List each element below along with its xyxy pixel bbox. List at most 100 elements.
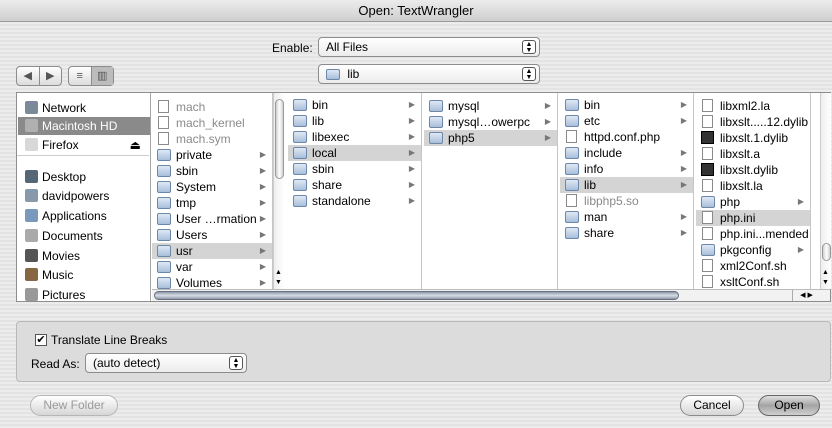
sidebar-item-music[interactable]: Music — [25, 266, 149, 284]
forward-button[interactable]: ▶ — [38, 67, 62, 85]
file-row[interactable]: libxslt.a — [696, 146, 810, 162]
sidebar-item-documents[interactable]: Documents — [25, 227, 149, 245]
document-icon — [702, 147, 713, 160]
translate-line-breaks-checkbox[interactable]: ✔ — [35, 334, 47, 346]
folder-row[interactable]: bin ▶ — [288, 97, 421, 113]
file-row[interactable]: php.ini — [696, 210, 810, 226]
sidebar-item-network[interactable]: Network — [25, 99, 149, 117]
browser-column: libxml2.la libxslt.....12.dylib libxslt.1.… — [696, 93, 811, 289]
file-row[interactable]: libxslt.la — [696, 178, 810, 194]
sidebar-item-macintosh-hd[interactable]: Macintosh HD — [18, 117, 150, 135]
file-row[interactable]: libphp5.so — [560, 193, 693, 209]
disclosure-arrow-icon: ▶ — [680, 228, 687, 237]
folder-row[interactable]: local ▶ — [288, 145, 421, 161]
new-folder-button[interactable]: New Folder — [30, 395, 118, 416]
browser-column: bin ▶ lib ▶ libexec ▶ local ▶ sbin ▶ share ▶ standal… — [288, 93, 422, 289]
file-row[interactable]: libxslt.1.dylib — [696, 130, 810, 146]
folder-row[interactable]: include ▶ — [560, 145, 693, 161]
folder-row[interactable]: pkgconfig ▶ — [696, 242, 810, 258]
folder-row[interactable]: info ▶ — [560, 161, 693, 177]
view-mode-control[interactable]: ≡ ▥ — [68, 66, 114, 86]
file-row[interactable]: mach.sym — [152, 131, 272, 147]
open-button[interactable]: Open — [758, 395, 820, 416]
horizontal-scroll-arrows[interactable]: ◀ ▶ — [792, 290, 820, 301]
folder-icon — [293, 195, 307, 207]
folder-row[interactable]: var ▶ — [152, 259, 272, 275]
vertical-scrollbar[interactable]: ▲ ▼ — [820, 93, 831, 289]
eject-icon[interactable]: ⏏ — [130, 136, 141, 154]
read-as-popup[interactable]: (auto detect) ▲ ▼ — [85, 353, 247, 373]
globe-icon — [25, 101, 38, 114]
folder-row[interactable]: libexec ▶ — [288, 129, 421, 145]
folder-row[interactable]: lib ▶ — [288, 113, 421, 129]
horizontal-scroll-thumb[interactable] — [154, 291, 679, 300]
folder-row[interactable]: php ▶ — [696, 194, 810, 210]
scroll-left-icon[interactable]: ◀ — [800, 292, 805, 299]
file-row[interactable]: xsltConf.sh — [696, 274, 810, 289]
scroll-down-icon[interactable]: ▼ — [822, 279, 829, 286]
folder-row[interactable]: Volumes ▶ — [152, 275, 272, 289]
item-name: mach.sym — [176, 132, 231, 146]
sidebar-item-movies[interactable]: Movies — [25, 247, 149, 265]
sidebar-item-davidpowers[interactable]: davidpowers — [25, 187, 149, 205]
folder-row[interactable]: share ▶ — [288, 177, 421, 193]
folder-icon — [157, 277, 171, 289]
sidebar-item-label: Documents — [42, 229, 103, 243]
folder-row[interactable]: sbin ▶ — [152, 163, 272, 179]
scroll-right-icon[interactable]: ▶ — [807, 292, 812, 299]
file-row[interactable]: libxslt.....12.dylib — [696, 114, 810, 130]
pictures-icon — [25, 288, 38, 301]
folder-row[interactable]: standalone ▶ — [288, 193, 421, 209]
folder-row[interactable]: tmp ▶ — [152, 195, 272, 211]
item-name: libxslt.1.dylib — [720, 131, 789, 145]
vertical-scroll-thumb[interactable] — [275, 99, 284, 179]
folder-row[interactable]: User …rmation ▶ — [152, 211, 272, 227]
back-button[interactable]: ◀ — [17, 67, 39, 85]
scroll-up-icon[interactable]: ▲ — [275, 269, 282, 276]
documents-icon — [25, 229, 38, 242]
file-row[interactable]: httpd.conf.php — [560, 129, 693, 145]
sidebar-item-firefox[interactable]: Firefox ⏏ — [25, 136, 149, 154]
file-row[interactable]: xml2Conf.sh — [696, 258, 810, 274]
location-popup[interactable]: lib ▲ ▼ — [318, 64, 540, 84]
column-view-button[interactable]: ▥ — [90, 67, 113, 85]
folder-icon — [429, 116, 443, 128]
folder-row[interactable]: private ▶ — [152, 147, 272, 163]
item-name: httpd.conf.php — [584, 130, 661, 144]
item-name: mach — [176, 100, 206, 114]
horizontal-scrollbar[interactable]: ◀ ▶ — [152, 289, 830, 301]
file-row[interactable]: mach_kernel — [152, 115, 272, 131]
back-forward-control[interactable]: ◀ ▶ — [16, 66, 62, 86]
folder-row[interactable]: Users ▶ — [152, 227, 272, 243]
disclosure-arrow-icon: ▶ — [259, 278, 266, 287]
scroll-down-icon[interactable]: ▼ — [275, 279, 282, 286]
folder-row[interactable]: etc ▶ — [560, 113, 693, 129]
file-row[interactable]: php.ini...mended — [696, 226, 810, 242]
vertical-scrollbar[interactable]: ▲ ▼ — [273, 93, 284, 289]
folder-row[interactable]: share ▶ — [560, 225, 693, 241]
folder-row[interactable]: sbin ▶ — [288, 161, 421, 177]
vertical-scroll-thumb[interactable] — [822, 243, 831, 261]
sidebar-item-applications[interactable]: Applications — [25, 207, 149, 225]
document-icon — [702, 115, 713, 128]
scroll-up-icon[interactable]: ▲ — [822, 269, 829, 276]
folder-row[interactable]: mysql ▶ — [424, 98, 557, 114]
folder-row[interactable]: mysql…owerpc ▶ — [424, 114, 557, 130]
document-icon — [158, 132, 169, 145]
enable-popup[interactable]: All Files ▲ ▼ — [318, 37, 540, 57]
read-as-value: (auto detect) — [93, 356, 161, 370]
sidebar-item-pictures[interactable]: Pictures — [25, 286, 149, 304]
file-row[interactable]: libxml2.la — [696, 98, 810, 114]
list-view-button[interactable]: ≡ — [69, 67, 91, 85]
file-row[interactable]: mach — [152, 99, 272, 115]
file-row[interactable]: libxslt.dylib — [696, 162, 810, 178]
folder-row[interactable]: php5 ▶ — [424, 130, 557, 146]
folder-row[interactable]: man ▶ — [560, 209, 693, 225]
cancel-button[interactable]: Cancel — [680, 395, 744, 416]
folder-row[interactable]: System ▶ — [152, 179, 272, 195]
folder-row[interactable]: lib ▶ — [560, 177, 693, 193]
folder-row[interactable]: usr ▶ — [152, 243, 272, 259]
document-icon — [566, 130, 577, 143]
sidebar-item-desktop[interactable]: Desktop — [25, 168, 149, 186]
folder-row[interactable]: bin ▶ — [560, 97, 693, 113]
